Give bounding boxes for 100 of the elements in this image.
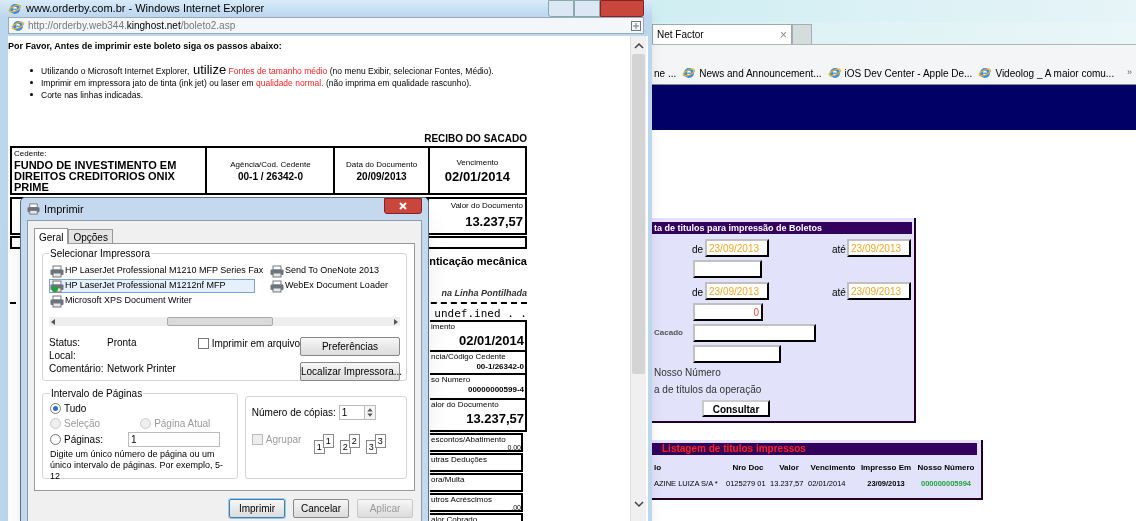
cell-label: ncia/Código Cedente: [431, 351, 507, 362]
scroll-left-icon: [51, 318, 55, 325]
radio-label: Tudo: [64, 402, 87, 415]
column-header: Nro Doc: [731, 462, 765, 474]
cell-value: 13.237,57: [465, 212, 523, 231]
cell-label: alor do Documento: [431, 399, 500, 410]
cell-value: 13.237,57: [466, 409, 524, 427]
browser-icon: [8, 1, 22, 16]
page-number: 3: [374, 434, 386, 448]
info-label: Local:: [49, 350, 77, 361]
horizontal-scrollbar[interactable]: [49, 317, 400, 326]
printer-item[interactable]: HP LaserJet Professional M1212nf MFP: [49, 279, 255, 293]
cell-label: utros Acréscimos: [431, 494, 493, 504]
dialog-button[interactable]: Cancelar: [293, 499, 349, 518]
find-printer-button[interactable]: Localizar Impressora...: [300, 362, 400, 381]
spinner-arrows-icon[interactable]: [364, 405, 376, 420]
from-label: de: [692, 243, 705, 257]
scroll-thumb[interactable]: [632, 54, 645, 374]
info-label: Status:: [49, 337, 82, 348]
authentication-caption: nticação mecânica: [429, 253, 527, 269]
cell-label: Data do Documento: [346, 158, 418, 171]
receipt-title: RECIBO DO SACADO: [424, 131, 527, 146]
checkbox-label: Agrupar: [265, 433, 302, 447]
dialog-title: Imprimir: [44, 201, 84, 217]
page-number: 1: [322, 434, 334, 448]
radio-button[interactable]: [50, 434, 61, 445]
window-title: www.orderby.com.br - Windows Internet Explorer: [26, 1, 265, 17]
text-field[interactable]: [693, 345, 781, 363]
column-header: Vencimento: [809, 462, 857, 474]
maximize-button[interactable]: [574, 0, 600, 17]
scroll-thumb[interactable]: [167, 317, 273, 326]
close-icon[interactable]: ×: [780, 25, 787, 44]
text-field[interactable]: [693, 260, 762, 278]
column-header: Impresso Em: [859, 462, 913, 474]
close-button[interactable]: [384, 198, 422, 214]
cell-value: 20/09/2013: [356, 170, 407, 182]
number-field[interactable]: 0: [693, 303, 763, 321]
instruction-item: Corte nas linhas indicadas.: [41, 88, 144, 101]
cell-value: FUNDO DE INVESTIMENTO EM DIREITOS CREDITORIOS ONIX PRIME: [14, 159, 178, 193]
bullet-icon: [30, 68, 33, 72]
checkbox-label: Imprimir em arquivo: [211, 338, 300, 349]
printer-item[interactable]: WebEx Document Loader: [269, 279, 400, 293]
new-tab-button[interactable]: [792, 24, 812, 44]
favorite-link[interactable]: iOS Dev Center - Apple De...: [827, 65, 973, 81]
scroll-up-icon: [633, 42, 644, 50]
printer-icon: [27, 203, 40, 215]
info-value: Pronta: [107, 337, 138, 348]
cell-label: imento: [431, 321, 456, 332]
radio-button[interactable]: [50, 403, 61, 414]
bullet-icon: [30, 81, 33, 84]
cell-value: 02/01/2014: [444, 168, 510, 184]
checkbox[interactable]: [197, 338, 209, 349]
printer-item[interactable]: Send To OneNote 2013: [269, 264, 400, 278]
text-field[interactable]: [693, 324, 816, 342]
copies-field[interactable]: 1: [338, 405, 365, 420]
preferences-button[interactable]: Preferências: [300, 337, 400, 356]
address-bar[interactable]: http://orderby.web344.kinghost.net/boleto2.asp: [8, 17, 644, 34]
printer-item[interactable]: HP LaserJet Professional M1210 MFP Series Fax: [49, 264, 269, 278]
cell-value: 02/01/2014: [458, 331, 524, 349]
more-favorites-button[interactable]: »: [1127, 66, 1132, 80]
vertical-scrollbar[interactable]: [630, 36, 646, 521]
column-header: Valor: [778, 462, 800, 474]
browser-tab[interactable]: Net Factor ×: [652, 24, 792, 44]
range-hint: Digite um único número de página ou um único intervalo de páginas. Por exemplo, 5-12: [50, 449, 225, 482]
favorite-link[interactable]: ne ...: [654, 65, 677, 81]
browser-icon: [11, 18, 25, 33]
tab-title: Net Factor: [657, 28, 704, 42]
printer-item[interactable]: Microsoft XPS Document Writer: [49, 294, 269, 308]
copies-label: Número de cópias:: [251, 406, 337, 420]
cell-label: utras Deduções: [431, 454, 489, 464]
favorite-link[interactable]: News and Announcement...: [682, 65, 822, 81]
favorite-link[interactable]: Videolog _ A maior comu...: [978, 65, 1115, 81]
close-icon: [399, 202, 407, 210]
cell-label: Valor do Documento: [450, 199, 523, 212]
panel-title: Listagem de titulos impressos: [652, 443, 977, 455]
from-label: de: [692, 286, 705, 300]
radio-label: Páginas:: [64, 433, 103, 446]
cell-label: alor Cobrado: [431, 514, 479, 521]
cell-value: 00-1 / 26342-0: [237, 170, 303, 182]
option-label: Nosso Número: [654, 366, 721, 380]
consultar-button[interactable]: Consultar: [702, 400, 770, 417]
dialog-tab[interactable]: Opções: [68, 229, 113, 243]
dialog-tab[interactable]: Geral: [34, 228, 69, 244]
to-label: até: [832, 243, 847, 257]
cell-label: Vencimento: [456, 156, 499, 169]
instructions-heading: Por Favor, Antes de imprimir este boleto siga os passos abaixo:: [8, 40, 283, 53]
scroll-down-icon: [633, 499, 644, 508]
cell-label: Cedente:: [14, 147, 48, 160]
info-value: Network Printer: [107, 363, 177, 374]
compatibility-icon[interactable]: [631, 20, 641, 31]
dialog-button[interactable]: Imprimir: [229, 499, 285, 518]
panel-title: ta de titulos para impressão de Boletos: [652, 222, 912, 234]
column-header: lo: [654, 462, 663, 474]
url-text: http://orderby.web344.kinghost.net/boleto2.asp: [28, 19, 236, 33]
cut-caption: na Linha Pontilhada: [441, 287, 527, 300]
minimize-button[interactable]: [548, 0, 574, 17]
instruction-item: Utilizando o Microsoft Internet Explorer, utilize Fontes de tamanho médio (no menu Exibir, selecionar Fontes, Médio).: [41, 63, 494, 77]
pages-field[interactable]: 1: [128, 432, 220, 447]
cell-label: escontos/Abatimento: [431, 434, 507, 444]
radio-label: Página Atual: [154, 417, 211, 430]
